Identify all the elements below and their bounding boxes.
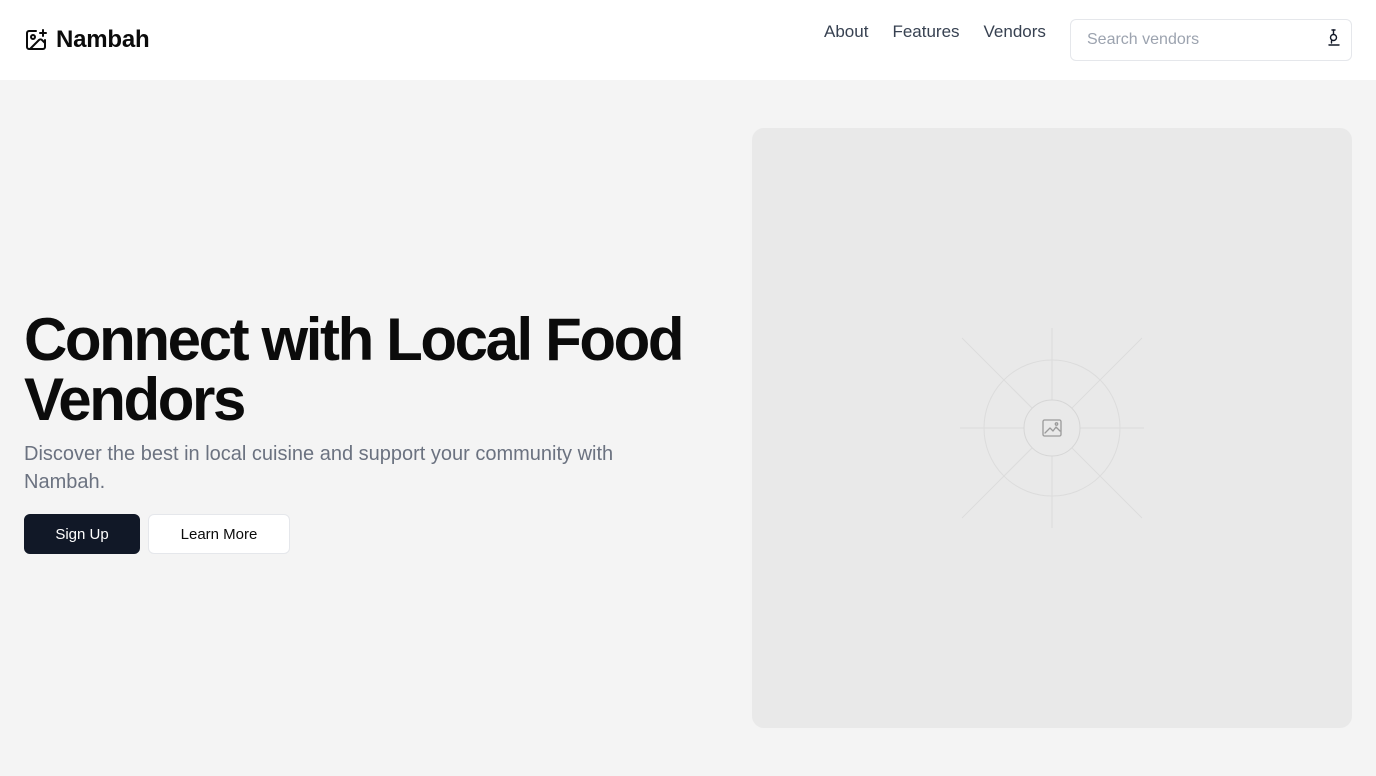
site-header: Nambah About Features Vendors <box>0 0 1376 80</box>
hero-actions: Sign Up Learn More <box>24 514 724 554</box>
hero-image-placeholder <box>752 128 1352 728</box>
nav-link-features[interactable]: Features <box>880 21 971 43</box>
sign-up-button[interactable]: Sign Up <box>24 514 140 554</box>
image-placeholder-graphic <box>960 328 1144 528</box>
image-plus-icon <box>26 29 47 50</box>
learn-more-button[interactable]: Learn More <box>148 514 290 554</box>
hero-title: Connect with Local Food Vendors <box>24 306 684 433</box>
nav-link-about[interactable]: About <box>820 21 880 43</box>
brand-logo-link[interactable]: Nambah <box>24 26 150 54</box>
search-input[interactable] <box>1071 20 1351 60</box>
brand-name: Nambah <box>56 26 150 53</box>
hero-section: Connect with Local Food Vendors Discover… <box>24 310 724 554</box>
search-icon[interactable] <box>1325 28 1343 48</box>
nav-link-vendors[interactable]: Vendors <box>972 21 1058 43</box>
search-box <box>1070 19 1352 61</box>
hero-subtitle: Discover the best in local cuisine and s… <box>24 443 614 493</box>
main-nav: About Features Vendors <box>820 21 1058 43</box>
